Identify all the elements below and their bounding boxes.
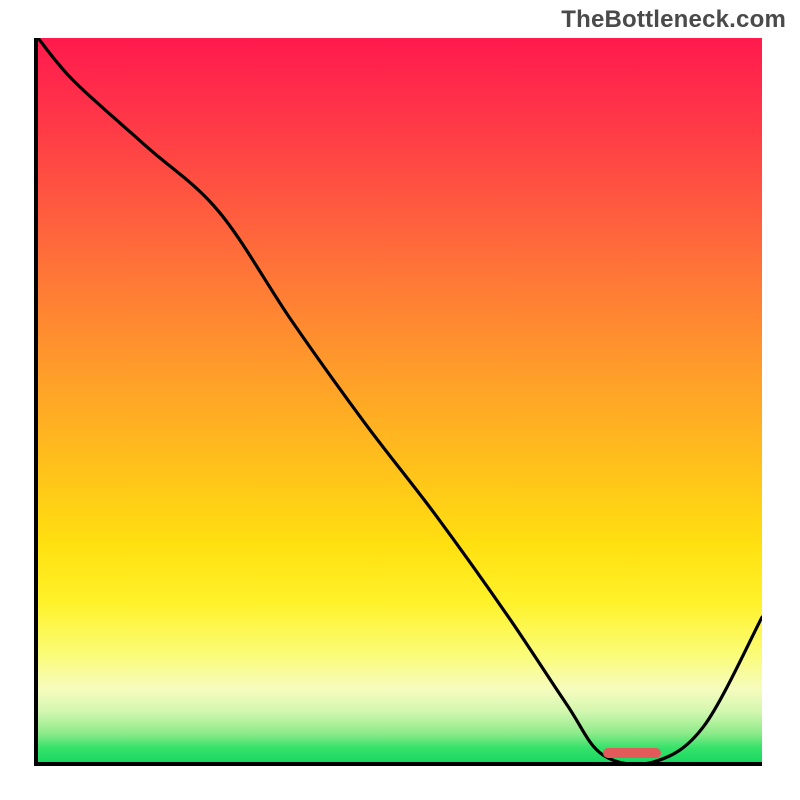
x-axis-line [38, 762, 762, 766]
watermark-text: TheBottleneck.com [561, 6, 786, 34]
chart-container: TheBottleneck.com [0, 0, 800, 800]
optimal-range-marker [603, 748, 661, 758]
plot-area [38, 38, 762, 762]
bottleneck-curve-path [38, 38, 762, 762]
y-axis-line [34, 38, 38, 766]
curve-layer [38, 38, 762, 762]
